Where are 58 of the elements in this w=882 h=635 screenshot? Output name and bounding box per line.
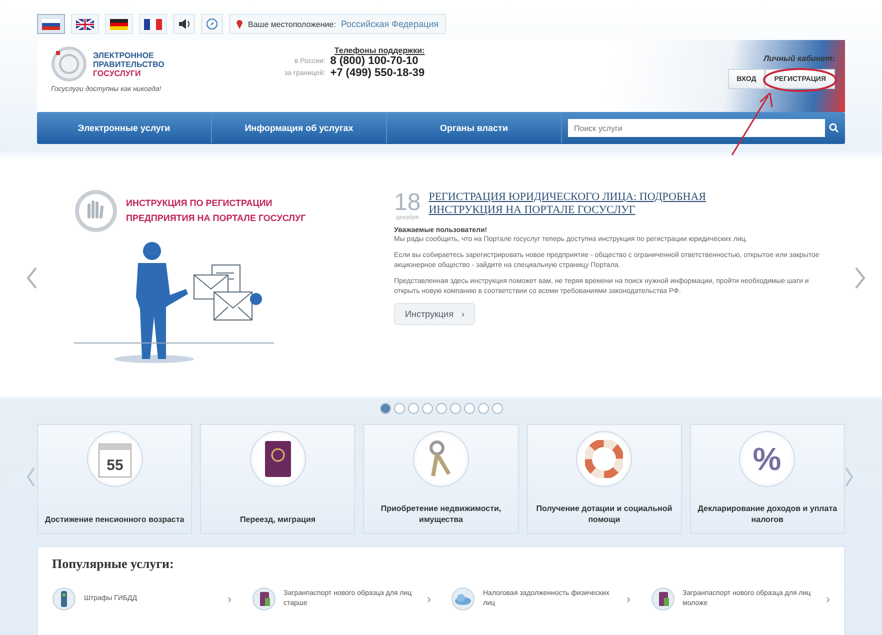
slider-dot[interactable] (492, 403, 502, 414)
chevron-icon: › (826, 592, 830, 606)
russian-flag-icon (42, 18, 60, 30)
passport-icon (252, 587, 276, 611)
language-button[interactable] (37, 14, 65, 34)
cloud-icon (451, 587, 475, 611)
slider-dot[interactable] (408, 403, 418, 414)
compass-icon (206, 18, 218, 30)
category-card[interactable]: 55 Достижение пенсионного возраста (37, 424, 192, 534)
chevron-icon: › (626, 592, 630, 606)
hand-emblem-icon (74, 188, 118, 232)
banner-text: ИНСТРУКЦИЯ ПО РЕГИСТРАЦИИ ПРЕДПРИЯТИЯ НА ПОРТАЛЕ ГОСУСЛУГ (126, 196, 307, 225)
slider-dot[interactable] (464, 403, 474, 414)
percent-icon: % (748, 440, 786, 478)
slider-dot[interactable] (394, 403, 404, 414)
cabinet-title: Личный кабинет: (764, 54, 835, 63)
news-title-link[interactable]: РЕГИСТРАЦИЯ ЮРИДИЧЕСКОГО ЛИЦА: ПОДРОБНАЯ ИНСТРУКЦИЯ НА ПОРТАЛЕ ГОСУСЛУГ (428, 190, 759, 220)
category-card[interactable]: Приобретение недвижимости, имущества (363, 424, 519, 534)
chevron-icon: › (427, 592, 431, 606)
speaker-icon (178, 18, 190, 30)
category-card[interactable]: Получение дотации и социальной помощи (526, 424, 682, 534)
phones-title: Телефоны поддержки: (333, 46, 425, 55)
slider-dot[interactable] (380, 403, 390, 414)
lifebuoy-icon (585, 440, 624, 478)
slider-dot[interactable] (436, 403, 446, 414)
search-field[interactable]: Поиск услуги (568, 119, 825, 137)
annotation-arrow (731, 92, 773, 156)
passport-icon (264, 440, 292, 478)
compass-button[interactable] (201, 14, 223, 34)
logo-text: ПРАВИТЕЛЬСТВО (93, 60, 164, 68)
location-value: Российская Федерация (340, 19, 439, 29)
french-flag-icon (144, 18, 162, 30)
british-flag-icon (76, 18, 94, 30)
search-icon[interactable] (829, 123, 839, 133)
category-card[interactable]: % Декларирование доходов и уплата налогов (690, 424, 845, 534)
location-label: Ваше местоположение: (248, 20, 336, 28)
category-card[interactable]: Переезд, миграция (200, 424, 356, 534)
phone-number: +7 (499) 550-18-39 (330, 67, 425, 79)
logo-emblem-icon (51, 46, 87, 82)
location-selector[interactable]: Ваше местоположение: Российская Федерация (229, 14, 446, 34)
logo-text: ЭЛЕКТРОННОЕ (93, 50, 155, 60)
news-day: 18 (394, 190, 421, 214)
logo-text: ГОСУСЛУГИ (93, 68, 142, 78)
nav-link[interactable]: Органы власти (387, 113, 562, 143)
german-flag-icon (110, 18, 128, 30)
nav-link[interactable]: Информация об услугах (212, 113, 387, 143)
chevron-icon: › (228, 592, 232, 606)
phone-number: 8 (800) 100-70-10 (330, 55, 420, 67)
section-title: Популярные услуги: (52, 556, 174, 571)
slider-dot[interactable] (478, 403, 488, 414)
slider-dot[interactable] (422, 403, 432, 414)
instruction-button[interactable]: Инструкция › (394, 302, 476, 324)
speaker-button[interactable] (173, 14, 195, 34)
passport-icon (650, 587, 674, 611)
slider-dot[interactable] (450, 403, 460, 414)
map-pin-icon (236, 19, 243, 29)
nav-link[interactable]: Электронные услуги (37, 113, 212, 143)
traffic-light-icon (52, 587, 76, 611)
